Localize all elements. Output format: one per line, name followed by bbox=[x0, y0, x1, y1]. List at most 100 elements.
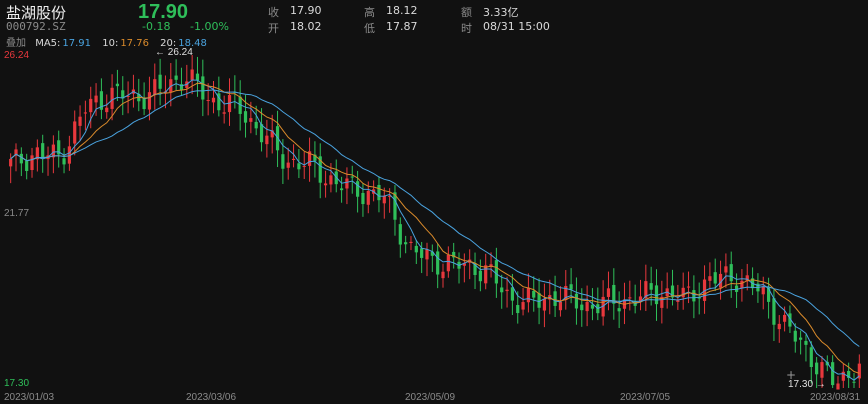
candle-body bbox=[291, 158, 296, 160]
candle-body bbox=[761, 286, 765, 295]
candle-body bbox=[724, 266, 728, 273]
candle-body bbox=[78, 116, 82, 126]
candle-body bbox=[713, 272, 717, 284]
candle-body bbox=[436, 251, 440, 275]
candle-body bbox=[281, 154, 285, 169]
candle-body bbox=[836, 383, 840, 390]
candle-body bbox=[676, 300, 680, 302]
candlestick-chart[interactable]: 26.24 21.77 17.30 2023/01/03 2023/03/06 … bbox=[0, 0, 868, 404]
candle-body bbox=[425, 249, 429, 260]
candle-body bbox=[521, 302, 525, 310]
candle-body bbox=[206, 99, 210, 101]
x-tick-1: 2023/01/03 bbox=[4, 392, 54, 403]
candle-body bbox=[345, 178, 349, 189]
candle-body bbox=[404, 242, 408, 245]
y-tick-max: 26.24 bbox=[4, 50, 29, 61]
candle-body bbox=[617, 308, 621, 312]
candle-body bbox=[542, 298, 547, 311]
candle-body bbox=[195, 73, 200, 81]
candle-body bbox=[809, 347, 813, 368]
candle-body bbox=[585, 302, 589, 312]
candle-body bbox=[505, 289, 509, 292]
candle-body bbox=[329, 175, 333, 185]
candle-body bbox=[446, 254, 450, 272]
candle-body bbox=[516, 305, 520, 314]
candle-body bbox=[532, 290, 536, 298]
candle-body bbox=[777, 323, 781, 330]
candle-body bbox=[708, 276, 712, 281]
candle-body bbox=[115, 83, 120, 87]
candle-body bbox=[494, 260, 498, 284]
candle-body bbox=[729, 264, 733, 282]
candle-body bbox=[265, 135, 269, 145]
candle-body bbox=[377, 184, 381, 201]
candle-body bbox=[302, 165, 306, 167]
candle-body bbox=[414, 245, 418, 253]
candle-body bbox=[19, 153, 23, 164]
candle-body bbox=[259, 124, 264, 143]
candle-body bbox=[804, 340, 808, 345]
candle-body bbox=[211, 97, 216, 103]
candle-body bbox=[41, 143, 45, 158]
candle-body bbox=[201, 76, 205, 100]
candle-body bbox=[852, 381, 856, 383]
x-tick-5: 2023/08/31 bbox=[810, 392, 860, 403]
candle-body bbox=[772, 298, 776, 325]
candle-body bbox=[94, 95, 98, 103]
candle-body bbox=[799, 337, 803, 340]
candle-body bbox=[686, 286, 691, 288]
candle-body bbox=[9, 158, 13, 167]
candle-body bbox=[62, 158, 66, 165]
candle-body bbox=[142, 97, 146, 110]
candle-body bbox=[297, 163, 301, 170]
candle-body bbox=[243, 111, 248, 123]
candle-body bbox=[569, 284, 573, 290]
candle-body bbox=[190, 69, 194, 80]
candle-body bbox=[89, 98, 93, 113]
candle-body bbox=[606, 288, 611, 297]
candle-body bbox=[574, 293, 579, 309]
candle-body bbox=[649, 283, 653, 290]
candle-body bbox=[323, 183, 328, 186]
candle-body bbox=[793, 330, 797, 342]
candle-body bbox=[366, 190, 370, 205]
y-tick-min: 17.30 bbox=[4, 378, 29, 389]
ma20-line bbox=[10, 89, 860, 347]
candle-body bbox=[740, 280, 744, 289]
crosshair-icon[interactable]: + bbox=[786, 368, 796, 382]
x-tick-4: 2023/07/05 bbox=[620, 392, 670, 403]
candle-body bbox=[254, 121, 258, 129]
candle-body bbox=[478, 270, 482, 282]
candle-body bbox=[356, 181, 360, 197]
y-tick-mid: 21.77 bbox=[4, 208, 29, 219]
candle-body bbox=[350, 176, 354, 178]
candle-body bbox=[153, 79, 157, 96]
candle-body bbox=[420, 248, 424, 258]
candle-body bbox=[580, 304, 584, 311]
candle-body bbox=[174, 75, 178, 80]
x-tick-3: 2023/05/09 bbox=[405, 392, 455, 403]
x-tick-2: 2023/03/06 bbox=[186, 392, 236, 403]
ma10-line bbox=[10, 82, 860, 374]
candle-body bbox=[484, 265, 488, 284]
ma5-line bbox=[10, 79, 860, 381]
candle-body bbox=[692, 290, 696, 302]
candle-body bbox=[25, 160, 29, 172]
candle-body bbox=[815, 362, 819, 375]
candle-body bbox=[441, 271, 445, 279]
candles-group bbox=[9, 55, 861, 390]
candle-body bbox=[249, 118, 253, 122]
candle-body bbox=[73, 121, 77, 144]
candle-body bbox=[361, 192, 365, 205]
candle-body bbox=[628, 297, 632, 299]
candle-body bbox=[831, 362, 835, 386]
candle-body bbox=[339, 188, 344, 191]
candle-body bbox=[553, 291, 557, 306]
candle-body bbox=[158, 74, 162, 89]
candle-body bbox=[681, 287, 685, 298]
candle-body bbox=[83, 112, 87, 114]
candle-body bbox=[820, 362, 824, 378]
candle-body bbox=[409, 241, 413, 243]
max-price-annotation: ← 26.24 bbox=[155, 47, 193, 58]
candle-body bbox=[30, 155, 34, 171]
